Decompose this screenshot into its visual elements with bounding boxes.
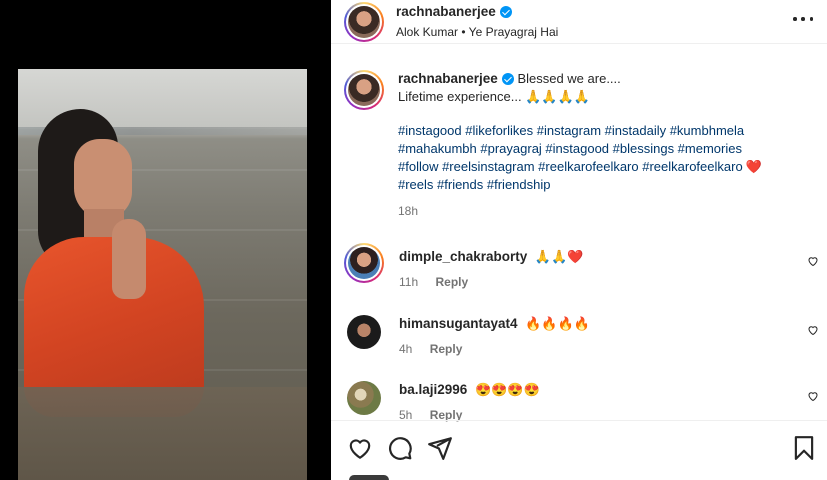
post-caption: rachnabanerjee Blessed we are.... Lifeti… <box>344 70 817 220</box>
hashtag-line[interactable]: #reels #friends #friendship <box>398 176 765 194</box>
caption-hashtags: #instagood #likeforlikes #instagram #ins… <box>398 122 765 194</box>
commenter-avatar[interactable] <box>344 243 384 283</box>
hashtag-line[interactable]: #mahakumbh #prayagraj #instagood #blessi… <box>398 140 765 158</box>
author-username[interactable]: rachnabanerjee <box>396 4 512 19</box>
media-pane <box>0 0 331 480</box>
comment-icon[interactable] <box>387 435 413 461</box>
comment-time[interactable]: 11h <box>399 275 418 289</box>
reply-button[interactable]: Reply <box>435 275 468 289</box>
photo-subject-face <box>74 139 132 219</box>
caption-line-1: Blessed we are.... <box>517 71 621 86</box>
liked-by-avatars[interactable] <box>349 475 389 480</box>
hashtag-line[interactable]: #follow #reelsinstagram #reelkarofeelkar… <box>398 159 743 174</box>
hashtag-line[interactable]: #instagood #likeforlikes #instagram #ins… <box>398 122 765 140</box>
author-username-text: rachnabanerjee <box>396 4 496 19</box>
post-subtitle[interactable]: Alok Kumar • Ye Prayagraj Hai <box>396 25 558 39</box>
share-icon[interactable] <box>427 435 453 461</box>
bookmark-icon[interactable] <box>791 435 817 461</box>
reply-button[interactable]: Reply <box>430 342 463 356</box>
post-photo[interactable] <box>18 69 307 480</box>
heart-icon[interactable] <box>347 435 373 461</box>
comment-like-heart-icon[interactable] <box>807 390 819 402</box>
comment-like-heart-icon[interactable] <box>807 324 819 336</box>
comment-text: 🔥🔥🔥🔥 <box>525 316 590 331</box>
post-side-panel: rachnabanerjee Alok Kumar • Ye Prayagraj… <box>331 0 827 480</box>
red-heart-emoji: ❤️ <box>745 159 762 174</box>
caption-author-avatar[interactable] <box>344 70 384 110</box>
commenter-avatar[interactable] <box>347 381 381 415</box>
caption-time[interactable]: 18h <box>398 202 765 220</box>
commenter-avatar[interactable] <box>347 315 381 349</box>
verified-icon <box>499 5 512 18</box>
photo-subject-hands <box>112 219 146 299</box>
more-options-icon[interactable] <box>793 14 813 24</box>
comment-text: 😍😍😍😍 <box>474 382 540 397</box>
author-avatar[interactable] <box>344 1 384 42</box>
commenter-username[interactable]: himansugantayat4 <box>399 316 518 331</box>
comment-item: himansugantayat4 🔥🔥🔥🔥 4h Reply <box>344 312 827 356</box>
caption-username-text: rachnabanerjee <box>398 71 498 86</box>
post-header: rachnabanerjee Alok Kumar • Ye Prayagraj… <box>331 0 827 44</box>
instagram-post-view: rachnabanerjee Alok Kumar • Ye Prayagraj… <box>0 0 827 480</box>
comment-body: himansugantayat4 🔥🔥🔥🔥 4h Reply <box>399 312 590 356</box>
caption-line-2: Lifetime experience... 🙏🙏🙏🙏 <box>398 89 590 104</box>
commenter-username[interactable]: dimple_chakraborty <box>399 249 527 264</box>
photo-water-foreground <box>18 387 307 480</box>
comment-text: 🙏🙏❤️ <box>534 249 584 264</box>
comment-item: ba.laji2996 😍😍😍😍 5h Reply <box>344 378 827 422</box>
comment-item: dimple_chakraborty 🙏🙏❤️ 11h Reply <box>344 243 827 289</box>
action-bar <box>331 420 827 480</box>
comment-body: dimple_chakraborty 🙏🙏❤️ 11h Reply <box>399 243 583 289</box>
comment-time[interactable]: 4h <box>399 342 412 356</box>
comment-body: ba.laji2996 😍😍😍😍 5h Reply <box>399 378 540 422</box>
post-header-text: rachnabanerjee Alok Kumar • Ye Prayagraj… <box>396 4 558 39</box>
verified-icon <box>501 73 514 85</box>
commenter-username[interactable]: ba.laji2996 <box>399 382 467 397</box>
caption-body: rachnabanerjee Blessed we are.... Lifeti… <box>398 70 765 220</box>
caption-username[interactable]: rachnabanerjee <box>398 70 514 88</box>
comment-like-heart-icon[interactable] <box>807 255 819 267</box>
